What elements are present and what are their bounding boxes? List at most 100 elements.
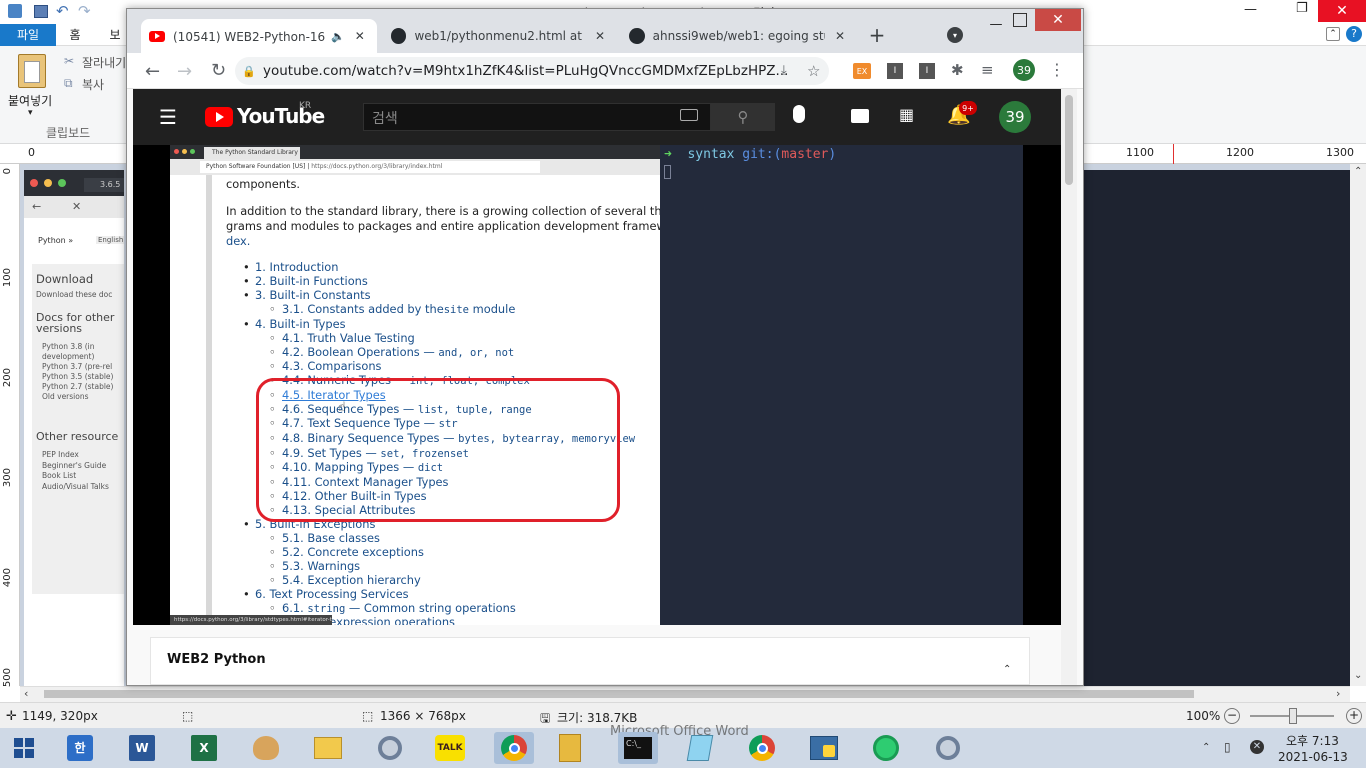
tab-view[interactable]: 보 [104,24,126,46]
user-avatar[interactable]: 39 [999,101,1031,133]
playlist-title[interactable]: WEB2 Python [167,652,266,667]
network-off-icon[interactable]: ✕ [1250,740,1264,754]
horizontal-scrollbar[interactable]: ‹ › [20,686,1350,702]
save-icon[interactable] [34,5,48,18]
zoom-slider-thumb[interactable] [1289,708,1297,724]
paste-dropdown-icon[interactable]: ▾ [28,108,33,118]
cut-icon[interactable]: ✂ [64,54,74,68]
extension-i-icon[interactable]: I [887,63,903,79]
word-icon[interactable]: W [122,732,162,764]
chrome-close-button[interactable]: ✕ [1035,9,1081,31]
python-ide-icon[interactable] [804,732,844,764]
zoom-out-button[interactable]: − [1224,708,1240,724]
clock-time[interactable]: 오후 7:13 [1286,732,1339,749]
page-scrollbar[interactable] [1061,89,1077,685]
excel-icon[interactable]: X [184,732,224,764]
playlist-panel[interactable]: WEB2 Python ⌃ [150,637,1030,685]
minimize-button[interactable]: — [1244,2,1257,17]
bg-tab: 3.6.5 [84,178,124,192]
clock-date[interactable]: 2021-06-13 [1278,750,1348,764]
hamburger-menu-icon[interactable]: ☰ [159,105,177,129]
paste-label[interactable]: 붙여넣기 [8,92,52,109]
new-tab-button[interactable]: + [867,23,887,47]
notepad-icon[interactable] [680,732,720,764]
page-scroll-thumb[interactable] [1065,95,1073,185]
device-icon[interactable]: ▯ [1224,740,1231,754]
tab-file[interactable]: 파일 [0,24,56,46]
chrome-toolbar: ← → ↻ 🔒 youtube.com/watch?v=M9htx1hZfK4&l… [127,53,1083,89]
copy-icon[interactable]: ⧉ [64,76,73,91]
settings-app-icon-2[interactable] [928,732,968,764]
scroll-right-icon[interactable]: › [1336,687,1340,700]
video-terminal: ➜ syntax git:(master) [660,145,1023,625]
forward-icon[interactable]: → [177,61,192,82]
extensions-puzzle-icon[interactable]: ✱ [951,61,964,79]
cut-label[interactable]: 잘라내기 [82,54,126,71]
search-button[interactable]: ⚲ [711,103,775,131]
tab-close-icon[interactable]: ✕ [835,29,845,43]
settings-app-icon[interactable] [370,732,410,764]
tab-github-pythonmenu[interactable]: web1/pythonmenu2.html at ma ✕ [383,19,613,53]
keyboard-icon[interactable] [680,109,698,121]
bookmark-star-icon[interactable]: ☆ [807,57,820,85]
tab-github-web1[interactable]: ahnssi9web/web1: egoing study ✕ [621,19,853,53]
tray-chevron-icon[interactable]: ⌃ [1202,742,1210,753]
tab-home[interactable]: 홈 [60,24,90,46]
ruler-label: 100 [2,268,13,288]
scroll-down-icon[interactable]: ⌄ [1354,670,1362,681]
scroll-up-icon[interactable]: ⌃ [1354,166,1362,177]
microphone-icon[interactable] [793,105,805,123]
collapse-ribbon-icon[interactable]: ⌃ [1326,27,1340,41]
tab-youtube[interactable]: (10541) WEB2-Python-16.문 🔈 ✕ [141,19,377,53]
clipboard-group-label: 클립보드 [46,126,91,140]
chrome-taskbar-icon-2[interactable] [742,732,782,764]
file-explorer-icon[interactable] [308,732,348,764]
youtube-logo-icon[interactable] [205,107,233,127]
close-button[interactable]: ✕ [1318,0,1366,22]
vertical-scrollbar[interactable]: ⌃ ⌄ [1350,164,1366,686]
bg-resources: PEP Index Beginner's Guide Book List Aud… [42,450,109,491]
reload-icon[interactable]: ↻ [211,60,226,81]
video-player[interactable]: The Python Standard Library Python Softw… [133,145,1061,625]
apps-grid-icon[interactable]: ▦ [899,105,914,124]
extension-ex-icon[interactable]: EX [853,63,871,79]
profile-avatar[interactable]: 39 [1013,59,1035,81]
help-icon[interactable]: ? [1346,26,1362,42]
tab-close-icon[interactable]: ✕ [355,29,365,43]
chrome-menu-icon[interactable]: ⋮ [1049,60,1065,79]
url-text[interactable]: youtube.com/watch?v=M9htx1hZfK4&list=PLu… [263,63,788,79]
paste-icon[interactable] [18,54,46,88]
back-icon[interactable]: ← [145,61,160,82]
tab-audio-icon[interactable]: 🔈 [331,30,345,43]
restore-button[interactable]: ❐ [1296,1,1308,16]
lock-icon[interactable]: 🔒 [235,58,263,85]
search-input[interactable]: 검색 [363,103,711,131]
cmd-icon[interactable]: C:\_ [618,732,658,764]
folder-icon[interactable] [550,732,590,764]
tab-close-icon[interactable]: ✕ [595,29,605,43]
hangul-icon[interactable]: 한 [60,732,100,764]
undo-icon[interactable]: ↶ [56,2,69,20]
bg-back-icon: ← [32,200,42,213]
address-bar[interactable]: 🔒 youtube.com/watch?v=M9htx1hZfK4&list=PL… [235,57,829,85]
chrome-minimize-button[interactable]: — [989,17,1003,32]
tab-title: web1/pythonmenu2.html at ma [414,29,582,43]
scroll-thumb[interactable] [44,690,1194,698]
paint-icon[interactable] [246,732,286,764]
extension-i2-icon[interactable]: I [919,63,935,79]
tab-search-icon[interactable]: ▾ [947,27,963,43]
media-control-icon[interactable]: ≡ [981,61,994,79]
atom-icon[interactable] [866,732,906,764]
copy-label[interactable]: 복사 [82,76,104,93]
playlist-collapse-icon[interactable]: ⌃ [1003,664,1011,675]
chrome-maximize-button[interactable] [1013,13,1027,27]
scroll-left-icon[interactable]: ‹ [24,687,28,700]
chrome-taskbar-icon[interactable] [494,732,534,764]
create-video-icon[interactable] [851,109,869,123]
zoom-in-button[interactable]: + [1346,708,1362,724]
start-button[interactable] [4,732,44,764]
install-icon[interactable]: ⤓ [781,57,787,85]
toc-item: 2. Built-in Functions [243,274,368,288]
redo-icon[interactable]: ↷ [78,2,91,20]
kakaotalk-icon[interactable]: TALK [430,732,470,764]
